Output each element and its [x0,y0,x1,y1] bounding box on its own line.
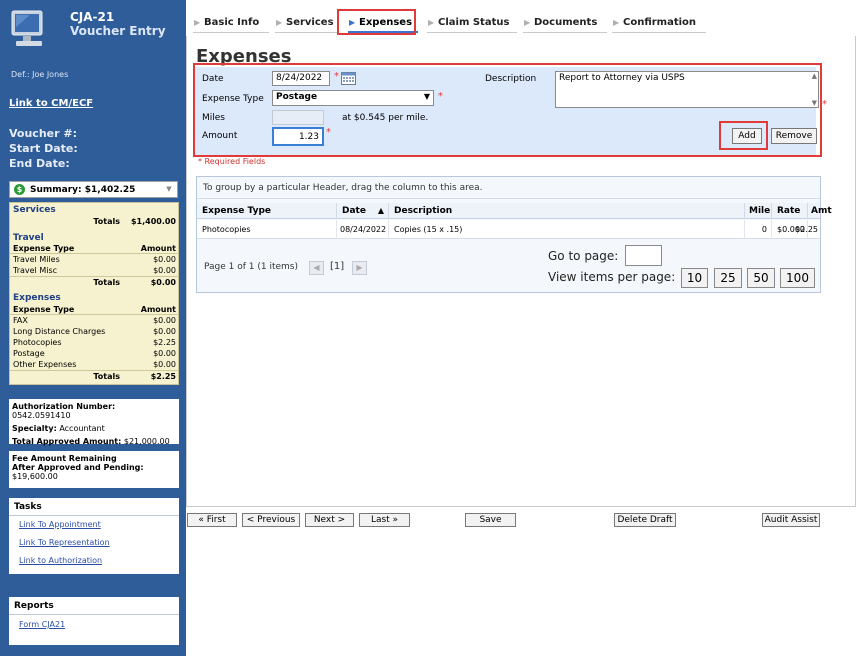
tasks-panel: Link To Appointment Link To Representati… [9,516,179,574]
last-button[interactable]: Last » [359,513,410,527]
cell-date: 08/24/2022 [337,220,389,239]
triangle-right-icon: ▶ [524,18,531,27]
page-size-10[interactable]: 10 [681,268,708,288]
next-button[interactable]: Next > [305,513,354,527]
tab-claim-status[interactable]: ▶ Claim Status [427,13,517,33]
start-date-label: Start Date: [9,142,78,155]
summary-expenses-colhead: Expense Type Amount [10,304,178,315]
delete-draft-button[interactable]: Delete Draft [614,513,676,527]
cell-amt: $2.25 [795,225,818,234]
highlight-box-tab [337,9,416,35]
main-content: ▶ Basic Info ▶ Services ▶ Expenses ▶ Claim S… [186,0,858,656]
summary-row: Travel Miles $0.00 [13,255,176,264]
col-description[interactable]: Description [389,203,745,219]
group-by-area[interactable]: To group by a particular Header, drag th… [197,177,820,199]
expenses-grid: To group by a particular Header, drag th… [196,176,832,293]
summary-services-totals: Totals $1,400.00 [93,217,176,226]
cell-description: Copies (15 x .15) [389,220,745,239]
triangle-right-icon: ▶ [276,18,283,27]
pager-summary: Page 1 of 1 (1 items) [204,262,298,272]
audit-assist-button[interactable]: Audit Assist [762,513,820,527]
summary-services-header: Services [13,205,56,215]
authorization-box: Authorization Number: 0542.0591410 Speci… [9,399,179,446]
required-fields-note: * Required Fields [198,157,266,166]
goto-page-input[interactable] [625,245,662,266]
tasks-header: Tasks [9,498,179,516]
specialty: Accountant [59,424,105,433]
page-size-50[interactable]: 50 [747,268,775,288]
reports-panel: Form CJA21 [9,615,179,645]
tab-basic-info[interactable]: ▶ Basic Info [193,13,269,33]
grid-header-row: Expense Type Date ▲ Description Mile Rat… [197,203,832,219]
computer-monitor-icon [10,9,46,53]
summary-row: Postage $0.00 [13,349,176,358]
summary-select-label: Summary: $1,402.25 [30,184,136,195]
triangle-right-icon: ▶ [613,18,620,27]
total-approved-amount: $21,000.00 [123,437,170,446]
authorization-number: 0542.0591410 [12,411,71,420]
col-mile[interactable]: Mile [745,203,772,219]
dollar-icon: $ [14,184,25,195]
triangle-right-icon: ▶ [194,18,201,27]
col-amt[interactable]: Amt [808,203,832,219]
link-cmecf[interactable]: Link to CM/ECF [9,98,93,109]
summary-panel: Services Totals $1,400.00 Travel Expense… [9,202,179,385]
previous-button[interactable]: < Previous [242,513,300,527]
tab-confirmation[interactable]: ▶ Confirmation [612,13,706,33]
current-page[interactable]: [1] [330,261,347,275]
cell-type: Photocopies [197,220,337,239]
col-rate[interactable]: Rate [772,203,808,219]
summary-row: Travel Misc $0.00 [13,266,176,275]
voucher-number-label: Voucher #: [9,127,77,140]
chevron-down-icon[interactable]: ▼ [163,184,175,195]
highlight-box-add [719,121,768,150]
fee-remaining-amount: $19,600.00 [12,472,58,481]
summary-travel-header: Travel [13,233,44,243]
reports-header: Reports [9,597,179,615]
summary-expenses-header: Expenses [13,293,61,303]
tab-documents[interactable]: ▶ Documents [523,13,607,33]
table-row[interactable]: Photocopies 08/24/2022 Copies (15 x .15)… [197,220,820,239]
triangle-right-icon: ▶ [428,18,435,27]
summary-row: Photocopies $2.25 [13,338,176,347]
fee-remaining-box: Fee Amount Remaining After Approved and … [9,451,179,488]
end-date-label: End Date: [9,157,70,170]
summary-row: Long Distance Charges $0.00 [13,327,176,336]
link-to-representation[interactable]: Link To Representation [19,538,110,547]
summary-row: FAX $0.00 [13,316,176,325]
page-size-25[interactable]: 25 [714,268,742,288]
first-button[interactable]: « First [187,513,237,527]
cell-mile: 0 [745,220,772,239]
col-date[interactable]: Date ▲ [337,203,389,219]
link-form-cja21[interactable]: Form CJA21 [19,620,65,629]
items-per-page-label: View items per page: [548,270,676,284]
summary-row: Other Expenses $0.00 [13,360,176,369]
prev-page-icon[interactable]: ◀ [309,261,324,275]
summary-travel-totals: Totals $0.00 [10,276,178,287]
app-title: CJA-21 [70,10,115,24]
link-to-appointment[interactable]: Link To Appointment [19,520,101,529]
required-mark: * [822,99,827,110]
app-subtitle: Voucher Entry [70,24,166,38]
sidebar: CJA-21 Voucher Entry Def.: Joe Jones Lin… [0,0,186,656]
tab-services[interactable]: ▶ Services [275,13,337,33]
page-size-100[interactable]: 100 [780,268,815,288]
summary-expenses-totals: Totals $2.25 [10,370,178,381]
next-page-icon[interactable]: ▶ [352,261,367,275]
link-to-authorization[interactable]: Link to Authorization [19,556,102,565]
defendant-label: Def.: Joe Jones [11,70,69,79]
summary-select[interactable]: $ Summary: $1,402.25 ▼ [9,181,178,198]
goto-page-label: Go to page: [548,249,619,263]
save-button[interactable]: Save [465,513,516,527]
summary-travel-colhead: Expense Type Amount [10,243,178,254]
col-expense-type[interactable]: Expense Type [197,203,337,219]
sort-asc-icon: ▲ [377,206,384,215]
